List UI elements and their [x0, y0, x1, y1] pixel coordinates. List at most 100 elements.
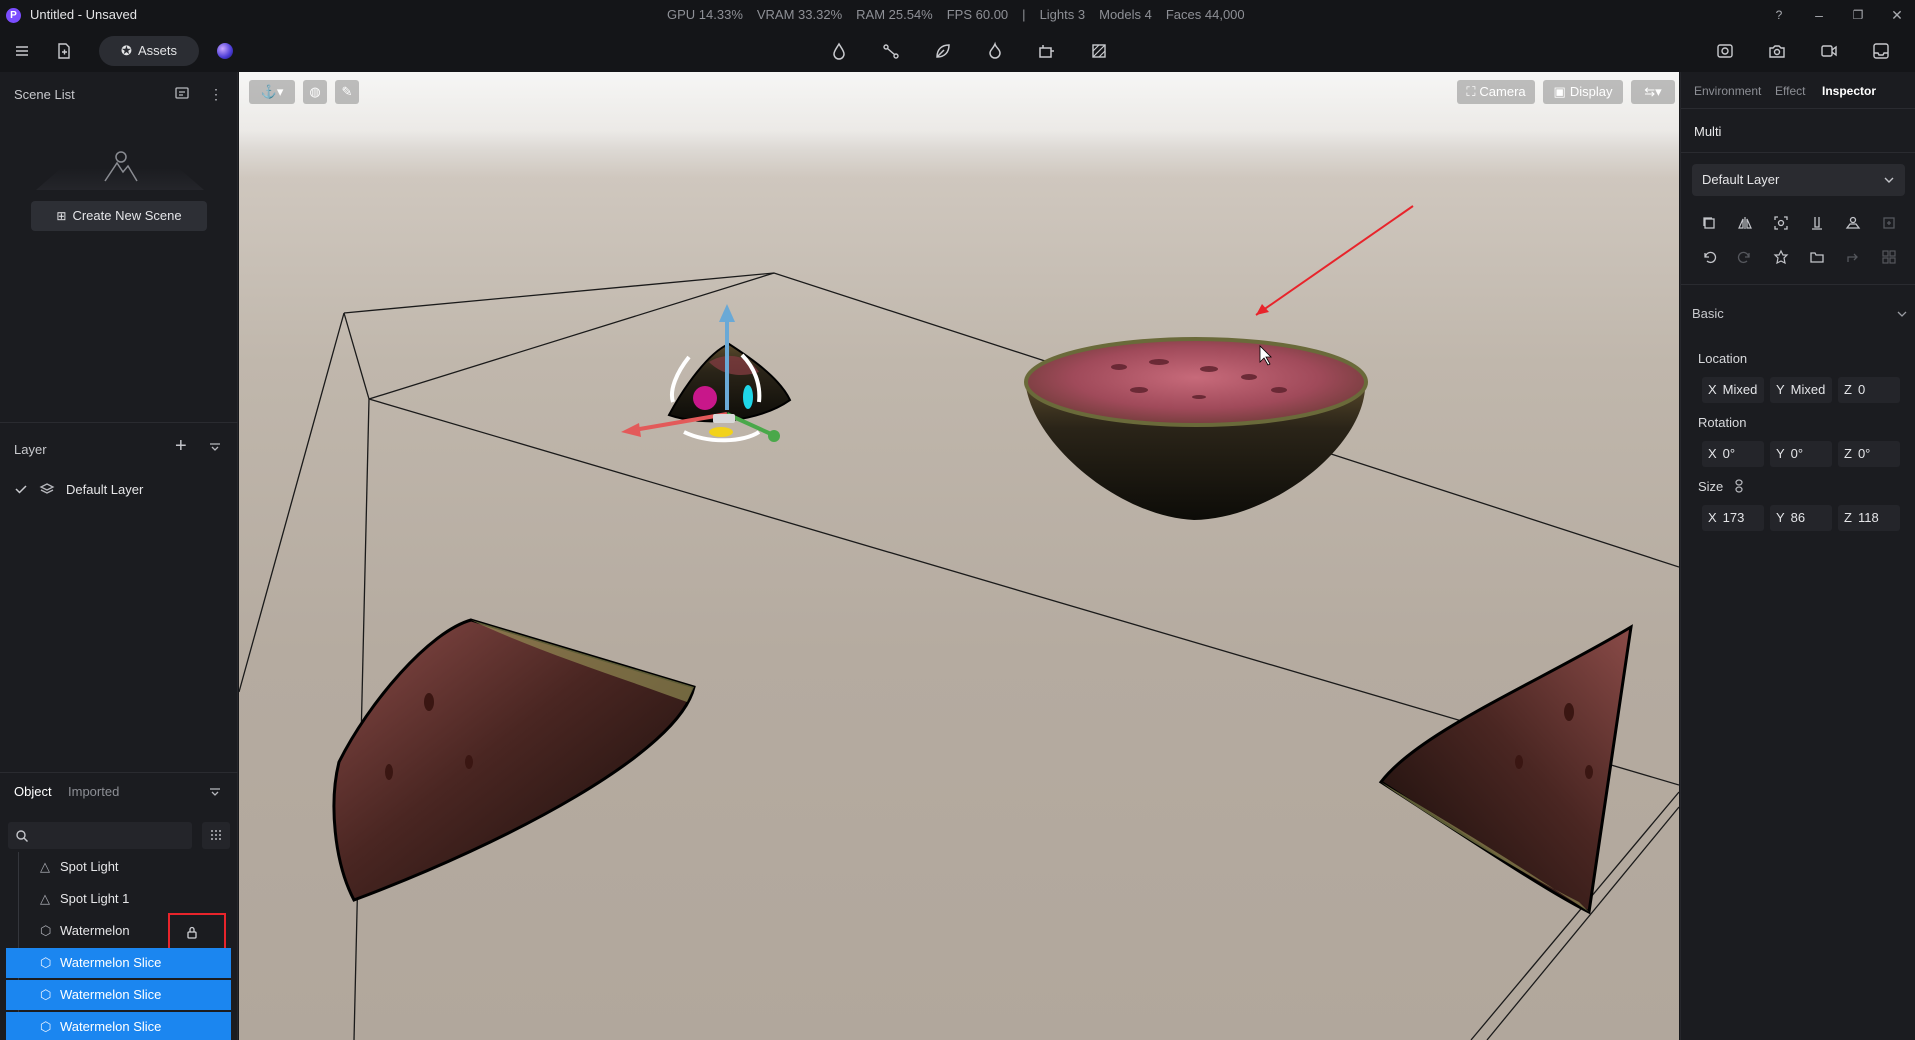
axis-y-label: Y: [1776, 446, 1785, 461]
rotation-z-value: 0°: [1857, 446, 1871, 461]
folder-icon[interactable]: [1806, 246, 1828, 268]
object-item-label: Watermelon Slice: [60, 955, 162, 970]
create-new-scene-button[interactable]: ⊞ Create New Scene: [31, 201, 207, 231]
new-file-icon[interactable]: [50, 37, 78, 65]
render-icon[interactable]: [1711, 37, 1739, 65]
object-search-input[interactable]: [8, 822, 192, 849]
scene-view-icon[interactable]: [174, 86, 192, 102]
performance-stats: GPU 14.33% VRAM 33.32% RAM 25.54% FPS 60.00…: [667, 7, 1259, 22]
camera-button[interactable]: ⛶ Camera: [1457, 80, 1535, 104]
scene-render[interactable]: [239, 72, 1679, 1040]
hatch-icon[interactable]: [1085, 37, 1113, 65]
transform-mode-button[interactable]: ⚓▾: [249, 80, 295, 104]
tab-inspector[interactable]: Inspector: [1822, 84, 1876, 98]
3d-viewport[interactable]: ⚓▾ ◍ ✎ ⛶ Camera ▣ Display ⇆▾: [239, 72, 1679, 1040]
help-icon[interactable]: ?: [1766, 4, 1792, 26]
axis-x-label: X: [1708, 510, 1717, 525]
rotation-label: Rotation: [1698, 415, 1747, 430]
leaf-icon[interactable]: [929, 37, 957, 65]
object-item-label: Watermelon Slice: [60, 987, 162, 1002]
object-item-watermelon-slice[interactable]: ⬡ Watermelon Slice: [6, 980, 231, 1010]
tab-environment[interactable]: Environment: [1694, 84, 1761, 98]
layout-toggle-button[interactable]: ⇆▾: [1631, 80, 1675, 104]
axis-x-label: X: [1708, 446, 1717, 461]
add-to-group-icon[interactable]: [1878, 212, 1900, 234]
tab-effect[interactable]: Effect: [1775, 84, 1805, 98]
model-cube-icon: ⬡: [40, 955, 52, 970]
snap-icon[interactable]: ✎: [335, 80, 359, 104]
focus-icon[interactable]: [1770, 212, 1792, 234]
chevron-down-icon: [1884, 177, 1894, 183]
flame-icon[interactable]: [981, 37, 1009, 65]
display-button[interactable]: ▣ Display: [1543, 80, 1623, 104]
location-y-field[interactable]: Y Mixed: [1770, 377, 1832, 403]
axis-z-label: Z: [1844, 510, 1852, 525]
share-icon[interactable]: [1842, 246, 1864, 268]
object-item-label: Spot Light 1: [60, 891, 130, 906]
create-scene-icon: ⊞: [56, 209, 67, 223]
camera-view-icon: ⛶: [1466, 84, 1476, 99]
path-icon[interactable]: [877, 37, 905, 65]
lock-icon[interactable]: [185, 924, 199, 940]
duplicate-icon[interactable]: [1698, 212, 1720, 234]
location-z-field[interactable]: Z0: [1838, 377, 1900, 403]
grid-view-icon[interactable]: [202, 822, 230, 849]
axis-y-label: Y: [1776, 510, 1785, 525]
search-icon: [16, 830, 28, 842]
camera-icon[interactable]: [1763, 37, 1791, 65]
rotation-y-value: 0°: [1790, 446, 1804, 461]
mirror-icon[interactable]: [1734, 212, 1756, 234]
divider: [1681, 284, 1915, 285]
location-x-field[interactable]: X Mixed: [1702, 377, 1764, 403]
video-icon[interactable]: [1815, 37, 1843, 65]
tab-object[interactable]: Object: [14, 784, 52, 799]
drop-icon[interactable]: [825, 37, 853, 65]
light-icon: △: [40, 859, 50, 874]
direction-arrow: [1255, 205, 1414, 316]
rotation-y-field[interactable]: Y 0°: [1770, 441, 1832, 467]
chevron-down-icon[interactable]: [1896, 308, 1908, 320]
object-item-spot-light-1[interactable]: △ Spot Light 1: [6, 884, 231, 914]
layer-item-default[interactable]: Default Layer: [66, 482, 143, 497]
light-icon: △: [40, 891, 50, 906]
restore-button[interactable]: ❐: [1845, 4, 1871, 26]
rotation-x-field[interactable]: X 0°: [1702, 441, 1764, 467]
display-label: Display: [1569, 84, 1613, 99]
object-item-watermelon-slice[interactable]: ⬡ Watermelon Slice: [6, 948, 231, 978]
rotation-z-field[interactable]: Z 0°: [1838, 441, 1900, 467]
add-layer-icon[interactable]: +: [175, 436, 193, 456]
redo-icon[interactable]: [1734, 246, 1756, 268]
location-y-value: Mixed: [1790, 382, 1826, 397]
layer-filter-icon[interactable]: [208, 441, 222, 455]
size-y-field[interactable]: Y 86: [1770, 505, 1832, 531]
link-proportions-icon[interactable]: [1733, 479, 1745, 493]
material-orb-icon[interactable]: [217, 43, 233, 59]
object-item-label: Watermelon: [60, 923, 130, 938]
menu-icon[interactable]: [8, 37, 36, 65]
group-icon[interactable]: [1842, 212, 1864, 234]
assets-button[interactable]: ✪ Assets: [99, 36, 199, 66]
minimize-button[interactable]: –: [1806, 4, 1832, 26]
more-options-icon[interactable]: ⋮: [209, 86, 223, 102]
layer-dropdown[interactable]: Default Layer: [1692, 164, 1905, 196]
object-item-label: Watermelon Slice: [60, 1019, 162, 1034]
object-item-spot-light[interactable]: △ Spot Light: [6, 852, 231, 882]
model-cube-icon: ⬡: [40, 1019, 52, 1034]
undo-icon[interactable]: [1698, 246, 1720, 268]
layer-checked-icon[interactable]: [14, 482, 28, 496]
drop-to-floor-icon[interactable]: [1806, 212, 1828, 234]
tab-imported[interactable]: Imported: [68, 784, 119, 799]
object-filter-icon[interactable]: [208, 786, 222, 800]
globe-icon[interactable]: ◍: [303, 80, 327, 104]
size-z-value: 118: [1857, 510, 1879, 525]
material-icon[interactable]: [1770, 246, 1792, 268]
export-icon[interactable]: [1867, 37, 1895, 65]
axis-z-label: Z: [1844, 446, 1852, 461]
close-button[interactable]: ✕: [1884, 4, 1910, 26]
crop-icon[interactable]: [1033, 37, 1061, 65]
divider: [0, 422, 238, 423]
object-item-watermelon-slice[interactable]: ⬡ Watermelon Slice: [6, 1012, 231, 1040]
ungroup-icon[interactable]: [1878, 246, 1900, 268]
size-x-field[interactable]: X 173: [1702, 505, 1764, 531]
size-z-field[interactable]: Z 118: [1838, 505, 1900, 531]
